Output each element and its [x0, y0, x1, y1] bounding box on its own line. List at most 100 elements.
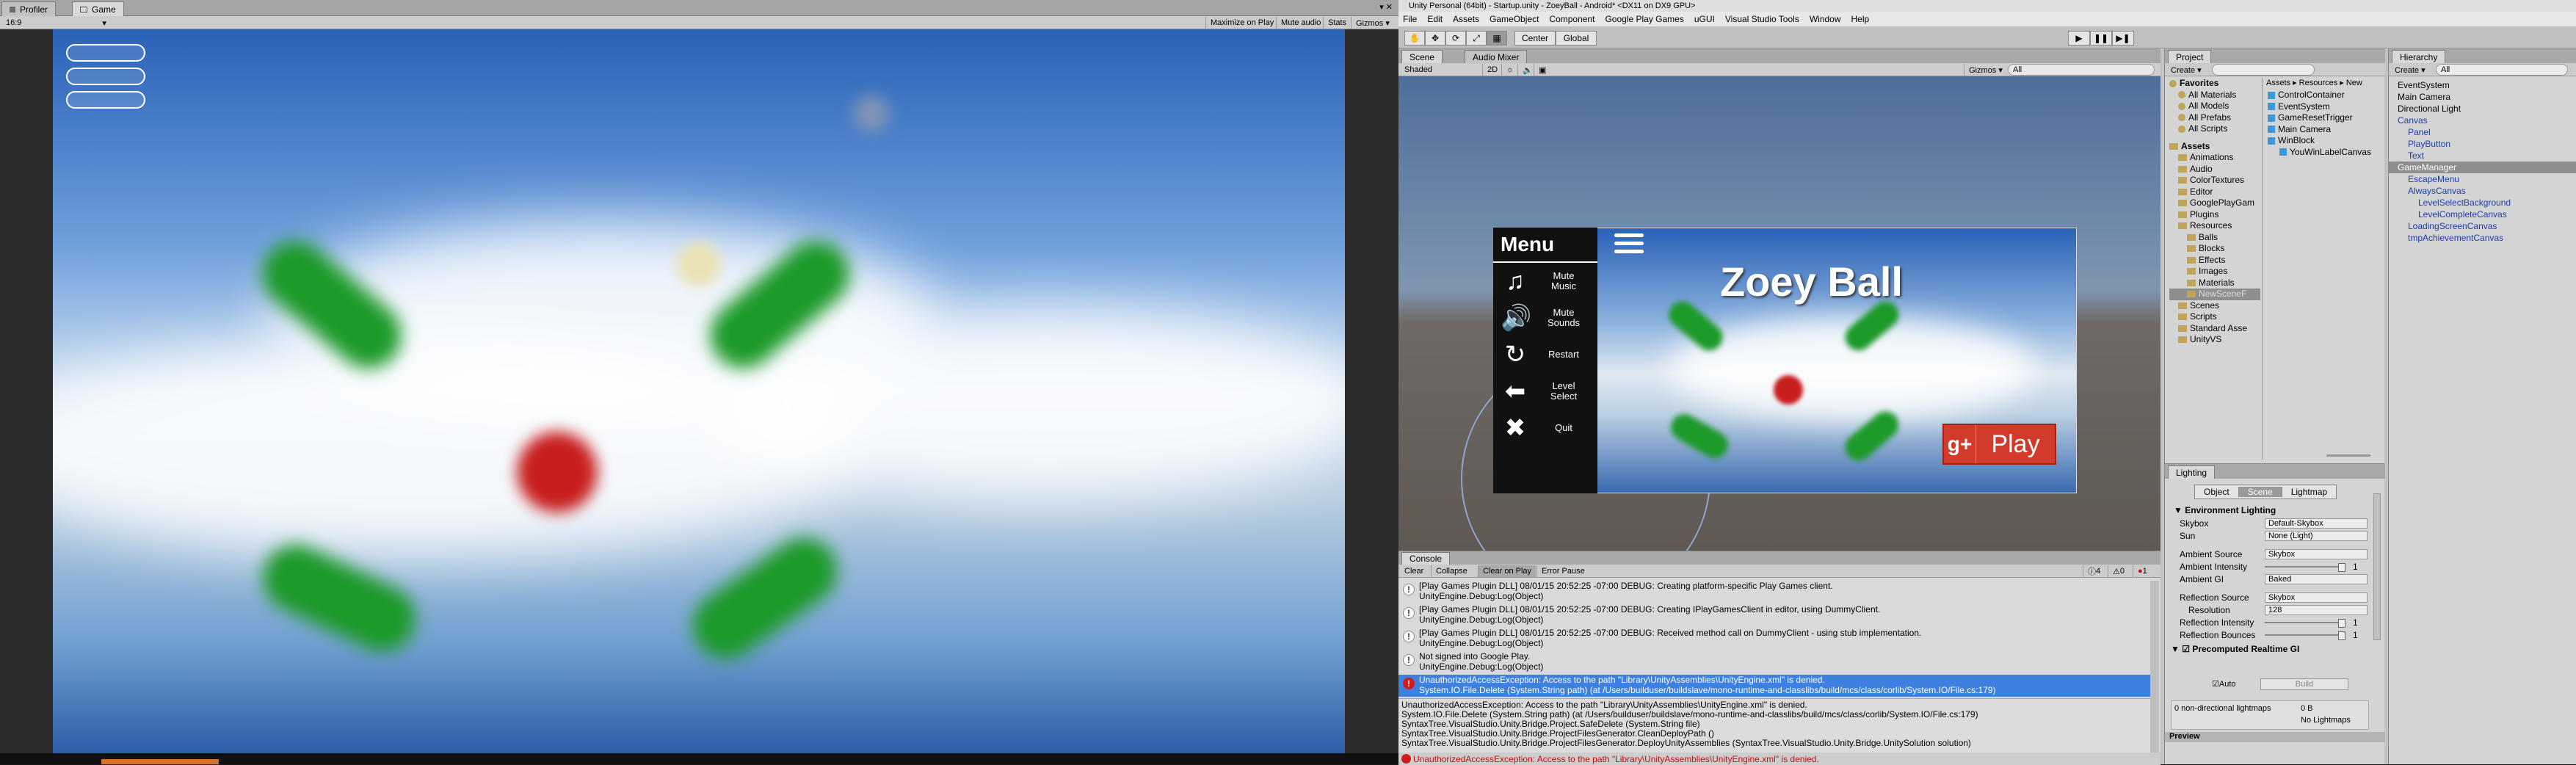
canvas-preview[interactable]: Zoey Ball g+ Play [1594, 228, 2077, 493]
2d-toggle[interactable]: 2D [1482, 64, 1502, 76]
hierarchy-item[interactable]: AlwaysCanvas [2389, 185, 2576, 197]
tab-object[interactable]: Object [2195, 487, 2239, 497]
build-button[interactable]: Build [2260, 678, 2348, 690]
folder-item[interactable]: Scripts [2169, 311, 2260, 323]
ambient-intensity-value[interactable]: 1 [2353, 562, 2358, 572]
icon-size-slider[interactable] [2326, 454, 2370, 457]
menu-ugui[interactable]: uGUI [1694, 14, 1715, 24]
error-count-toggle[interactable]: ● 1 [2133, 565, 2152, 577]
menu-google-play-games[interactable]: Google Play Games [1605, 14, 1683, 24]
prefab-item[interactable]: Main Camera [2268, 124, 2371, 136]
menu-item-restart[interactable]: ↻ Restart [1493, 336, 1597, 373]
scene-search-input[interactable]: All [2008, 64, 2155, 76]
ambient-gi-dropdown[interactable]: Baked [2265, 574, 2368, 584]
console-status-bar[interactable]: UnauthorizedAccessException: Access to t… [1398, 753, 2160, 765]
project-search-input[interactable] [2212, 64, 2315, 76]
log-entry[interactable]: ! Not signed into Google Play. UnityEngin… [1398, 651, 2150, 672]
hierarchy-item[interactable]: GameManager [2389, 162, 2576, 173]
folder-item[interactable]: Standard Asse [2169, 323, 2260, 335]
folder-item[interactable]: Images [2169, 266, 2260, 278]
reflection-bounces-slider[interactable] [2265, 631, 2345, 640]
log-entry[interactable]: ! [Play Games Plugin DLL] 08/01/15 20:52… [1398, 581, 2150, 601]
menu-gameobject[interactable]: GameObject [1490, 14, 1539, 24]
menu-help[interactable]: Help [1851, 14, 1870, 24]
prefab-item[interactable]: YouWinLabelCanvas [2268, 147, 2371, 159]
pause-icon[interactable]: ❚❚ [2090, 31, 2112, 46]
hierarchy-item[interactable]: EscapeMenu [2389, 173, 2576, 185]
folder-item[interactable]: Balls [2169, 232, 2260, 244]
effects-toggle-icon[interactable]: ▣ [1534, 64, 1550, 76]
favorites-item[interactable]: All Scripts [2169, 123, 2260, 135]
pivot-center-button[interactable]: Center [1514, 31, 1556, 46]
prefab-item[interactable]: GameResetTrigger [2268, 112, 2371, 124]
tab-scene-lighting[interactable]: Scene [2238, 487, 2282, 497]
log-entry[interactable]: ! [Play Games Plugin DLL] 08/01/15 20:52… [1398, 604, 2150, 625]
hierarchy-item[interactable]: Text [2389, 150, 2576, 162]
menu-component[interactable]: Component [1549, 14, 1594, 24]
scene-gizmos-dropdown[interactable]: Gizmos ▾ [1964, 64, 2007, 76]
tab-hierarchy[interactable]: Hierarchy [2392, 50, 2446, 63]
reflection-intensity-value[interactable]: 1 [2353, 617, 2358, 628]
hierarchy-item[interactable]: Canvas [2389, 115, 2576, 126]
tab-profiler[interactable]: Profiler [1, 1, 57, 16]
tab-lighting[interactable]: Lighting [2168, 465, 2216, 479]
resolution-dropdown[interactable]: 128 [2265, 605, 2368, 615]
game-view[interactable] [53, 29, 1345, 753]
menu-item-level-select[interactable]: ⬅ Level Select [1493, 373, 1597, 410]
hamburger-icon[interactable] [1614, 233, 1644, 255]
error-pause-toggle[interactable]: Error Pause [1536, 565, 1589, 577]
mute-audio-toggle[interactable]: Mute audio [1276, 17, 1325, 29]
aspect-dropdown[interactable]: 16:9 ▾ [1, 17, 111, 29]
log-entry-error-selected[interactable]: ! UnauthorizedAccessException: Access to… [1398, 675, 2150, 697]
menu-edit[interactable]: Edit [1427, 14, 1443, 24]
hierarchy-item[interactable]: PlayButton [2389, 138, 2576, 150]
menu-file[interactable]: File [1403, 14, 1417, 24]
favorites-item[interactable]: All Models [2169, 101, 2260, 112]
sun-field[interactable]: None (Light) [2265, 531, 2368, 541]
folder-item[interactable]: Plugins [2169, 209, 2260, 221]
menu-item-mute-sounds[interactable]: 🔊 Mute Sounds [1493, 300, 1597, 336]
hand-tool-icon[interactable]: ✋ [1404, 31, 1425, 46]
menu-assets[interactable]: Assets [1453, 14, 1479, 24]
project-create-button[interactable]: Create ▾ [2166, 64, 2206, 76]
hud-menu-bar[interactable] [66, 44, 145, 62]
shading-dropdown[interactable]: Shaded [1400, 64, 1481, 76]
scene-view[interactable]: Zoey Ball g+ Play Menu ♫ Mute Music 🔊 Mu… [1398, 76, 2160, 551]
folder-item[interactable]: Assets [2169, 141, 2260, 153]
hierarchy-item[interactable]: Main Camera [2389, 91, 2576, 103]
favorites-item[interactable]: All Prefabs [2169, 112, 2260, 124]
hierarchy-item[interactable]: LevelCompleteCanvas [2389, 209, 2576, 220]
prefab-item[interactable]: ControlContainer [2268, 90, 2371, 101]
folder-item[interactable]: GooglePlayGam [2169, 197, 2260, 209]
info-count-toggle[interactable]: ⓘ 4 [2083, 565, 2105, 577]
hud-menu-bar[interactable] [66, 91, 145, 109]
tab-options-icon[interactable]: ▾ ✕ [1379, 2, 1393, 12]
gizmos-dropdown[interactable]: Gizmos ▾ [1351, 17, 1394, 29]
folder-item[interactable]: Audio [2169, 164, 2260, 175]
reflection-bounces-value[interactable]: 1 [2353, 630, 2358, 640]
scale-tool-icon[interactable]: ⤢ [1466, 31, 1487, 46]
project-breadcrumb[interactable]: Assets ▸ Resources ▸ New [2266, 78, 2362, 87]
prefab-item[interactable]: EventSystem [2268, 101, 2371, 113]
rect-tool-icon[interactable]: ▦ [1487, 31, 1507, 46]
log-entry[interactable]: ! [Play Games Plugin DLL] 08/01/15 20:52… [1398, 628, 2150, 648]
skybox-field[interactable]: Default-Skybox [2265, 518, 2368, 529]
maximize-on-play-toggle[interactable]: Maximize on Play [1205, 17, 1278, 29]
tab-audio-mixer[interactable]: Audio Mixer [1465, 50, 1528, 63]
stats-toggle[interactable]: Stats [1323, 17, 1351, 29]
menu-window[interactable]: Window [1810, 14, 1841, 24]
menu-visual-studio-tools[interactable]: Visual Studio Tools [1725, 14, 1799, 24]
ambient-source-dropdown[interactable]: Skybox [2265, 549, 2368, 559]
lighting-toggle-icon[interactable]: ☼ [1501, 64, 1518, 76]
warning-count-toggle[interactable]: ⚠ 0 [2108, 565, 2129, 577]
folder-item[interactable]: Resources [2169, 220, 2260, 232]
favorites-item[interactable]: Favorites [2169, 78, 2260, 90]
play-icon[interactable]: ▶ [2068, 31, 2090, 46]
menu-item-mute-music[interactable]: ♫ Mute Music [1493, 263, 1597, 300]
folder-item[interactable]: Animations [2169, 152, 2260, 164]
console-stacktrace[interactable]: UnauthorizedAccessException: Access to t… [1398, 698, 2150, 753]
hierarchy-item[interactable]: tmpAchievementCanvas [2389, 232, 2576, 244]
tab-console[interactable]: Console [1401, 552, 1451, 565]
folder-item[interactable]: UnityVS [2169, 334, 2260, 346]
lighting-scrollbar[interactable] [2373, 493, 2381, 640]
